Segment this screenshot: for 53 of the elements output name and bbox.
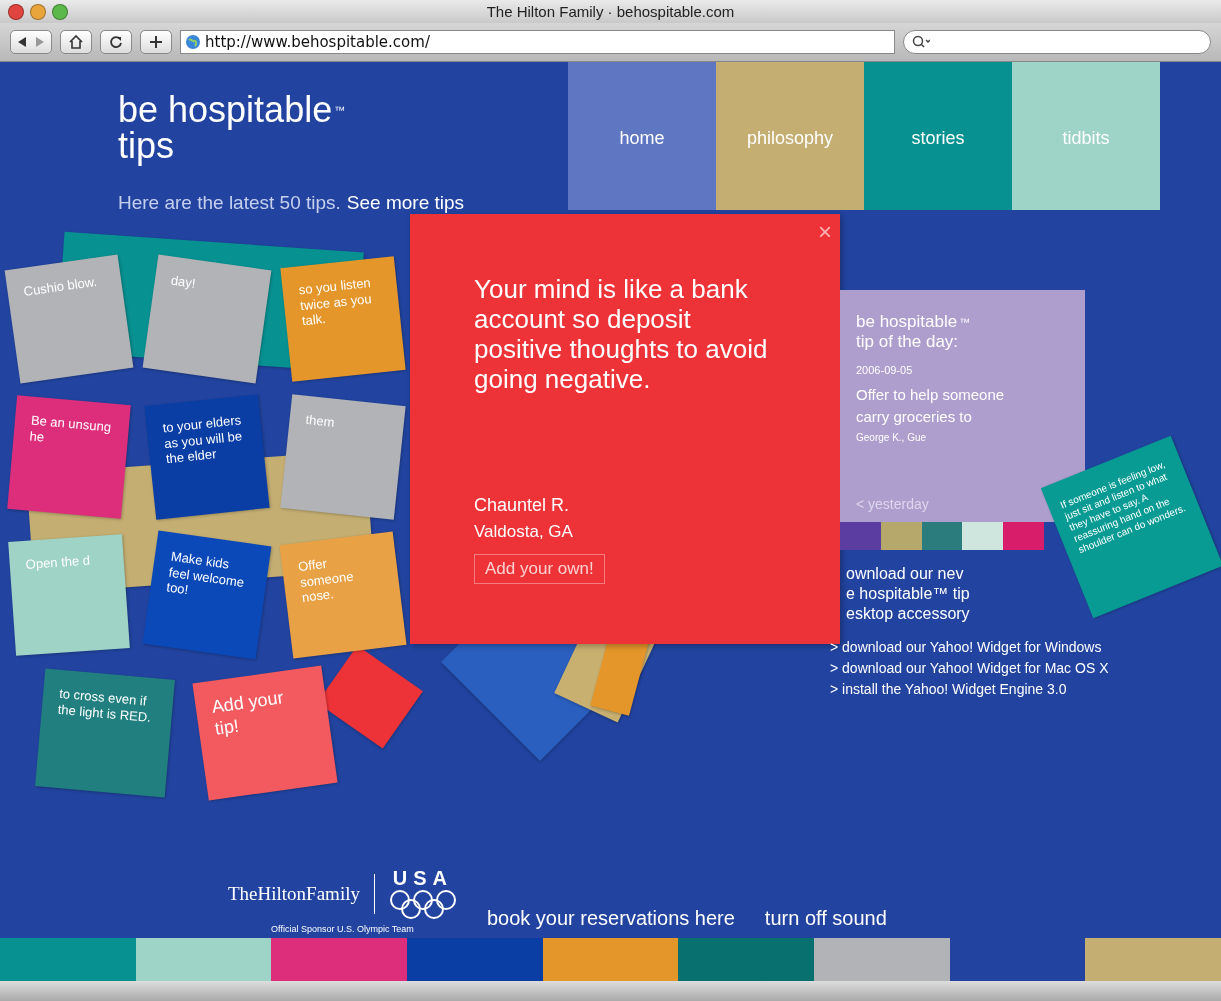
globe-icon xyxy=(185,34,201,51)
footer-link[interactable]: book your reservations here xyxy=(486,907,735,930)
add-bookmark-button[interactable] xyxy=(140,30,172,55)
tip-card[interactable]: Offer someone nose. xyxy=(279,531,407,659)
close-window-button[interactable] xyxy=(8,3,24,20)
download-link[interactable]: > install the Yahoo! Widget Engine 3.0 xyxy=(830,680,1067,698)
tip-text: Offer to help someone carry groceries to xyxy=(856,385,1006,427)
tip-author: George K., Gue xyxy=(856,432,927,443)
tip-card[interactable]: Add your tip! xyxy=(192,665,338,801)
minimize-window-button[interactable] xyxy=(30,3,46,20)
forward-arrow-icon xyxy=(35,37,45,48)
tip-card[interactable]: so you listen twice as you talk. xyxy=(280,256,406,382)
nav-tile[interactable]: stories xyxy=(864,62,1012,210)
site-logo[interactable]: be hospitable™ tips xyxy=(118,92,568,164)
intro-text: Here are the latest 50 tips. xyxy=(118,192,341,214)
plus-icon xyxy=(150,36,162,49)
footer-link[interactable]: turn off sound xyxy=(764,907,887,930)
tip-date: 2006-09-05 xyxy=(856,364,913,376)
nav-tile[interactable]: philosophy xyxy=(716,62,864,210)
sponsor-text: Official Sponsor U.S. Olympic Team xyxy=(271,924,414,934)
search-icon xyxy=(912,35,930,50)
see-more-link[interactable]: See more tips xyxy=(346,192,465,214)
close-button[interactable]: × xyxy=(818,218,832,246)
tip-card[interactable]: to cross even if the light is RED. xyxy=(35,668,175,798)
download-text: esktop accessory xyxy=(846,604,970,624)
brand-logo: TheHiltonFamily xyxy=(228,882,360,905)
tip-card[interactable]: to your elders as you will be the elder xyxy=(144,394,270,520)
tip-card[interactable]: them xyxy=(280,394,406,520)
tip-card[interactable]: Make kids feel welcome too! xyxy=(142,530,272,660)
window-title: The Hilton Family · behospitable.com xyxy=(485,3,736,21)
tip-text: Your mind is like a bank account so deposit positive thoughts to avoid going negative. xyxy=(474,274,769,394)
download-link[interactable]: > download our Yahoo! Widget for Mac OS X xyxy=(830,659,1109,677)
author-name: Chauntel R. xyxy=(474,495,571,516)
usa-logo-text: USA xyxy=(392,867,454,890)
reload-icon xyxy=(109,35,123,50)
reload-button[interactable] xyxy=(100,30,132,55)
panel-title: be hospitable™ tip of the day: xyxy=(856,312,971,352)
download-text: ownload our nev xyxy=(846,564,964,584)
author-location: Valdosta, GA xyxy=(474,522,574,542)
zoom-window-button[interactable] xyxy=(52,3,68,20)
back-forward-button[interactable] xyxy=(10,30,52,55)
home-button[interactable] xyxy=(60,30,92,55)
address-field[interactable]: http://www.behospitable.com/ xyxy=(180,30,895,55)
tip-card[interactable]: Be an unsung he xyxy=(7,395,131,519)
olympic-rings-icon xyxy=(388,890,457,920)
search-field[interactable] xyxy=(903,30,1211,55)
download-text: e hospitable™ tip xyxy=(846,584,970,604)
download-link[interactable]: > download our Yahoo! Widget for Windows xyxy=(830,638,1102,656)
add-your-own-button[interactable]: Add your own! xyxy=(474,554,605,584)
nav-tile[interactable]: home xyxy=(568,62,716,210)
back-arrow-icon xyxy=(17,37,27,48)
home-icon xyxy=(69,35,83,50)
tip-card[interactable]: Cushio blow. xyxy=(4,254,134,384)
